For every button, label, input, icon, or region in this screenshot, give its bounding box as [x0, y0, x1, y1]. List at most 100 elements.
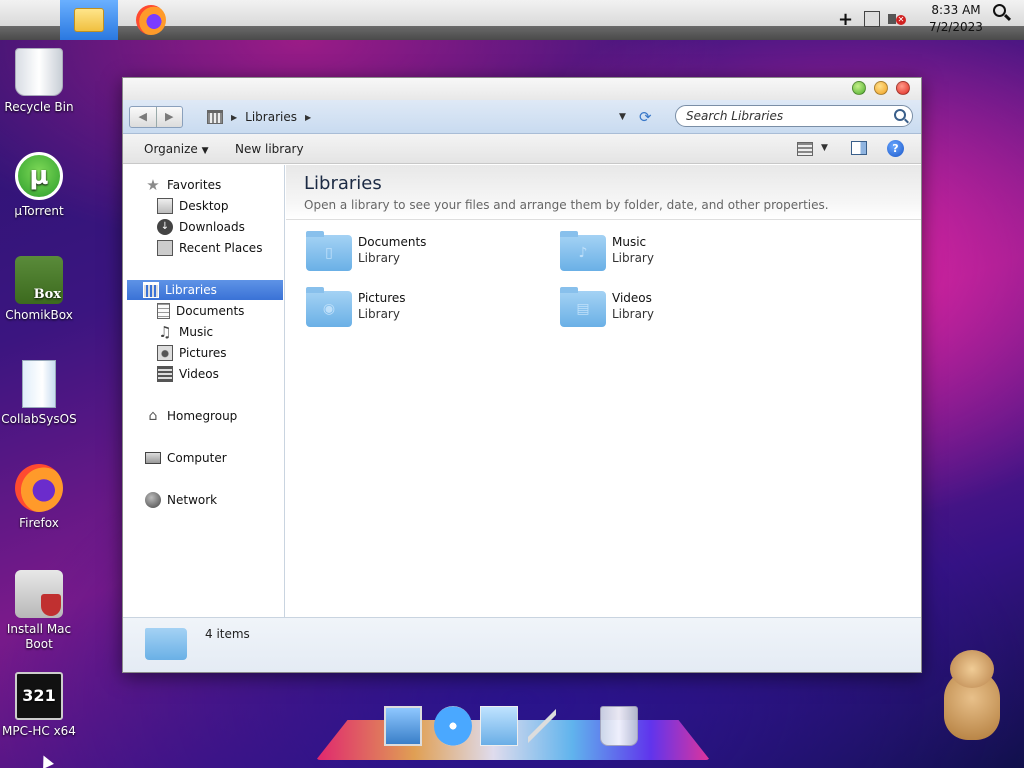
- sidebar-item-pictures[interactable]: Pictures: [157, 343, 227, 363]
- document-icon: [157, 303, 170, 319]
- clock-date[interactable]: 7/2/2023: [926, 20, 986, 34]
- sidebar-item-label: Downloads: [179, 220, 245, 234]
- sidebar-item-computer[interactable]: Computer: [145, 448, 227, 468]
- library-tile-music[interactable]: ♪ Music Library: [560, 231, 780, 275]
- folder-icon: ▤: [560, 287, 606, 327]
- desktop-icon-mpc-hc[interactable]: 321 MPC-HC x64: [0, 672, 78, 739]
- back-button[interactable]: ◀: [130, 107, 157, 127]
- mouse-cursor-icon: [38, 753, 54, 768]
- search-input[interactable]: Search Libraries: [675, 105, 913, 127]
- sidebar-item-desktop[interactable]: Desktop: [157, 196, 229, 216]
- item-count: 4 items: [205, 627, 250, 641]
- document-icon: ▯: [325, 245, 333, 261]
- new-library-button[interactable]: New library: [235, 142, 304, 156]
- sidebar-item-label: Favorites: [167, 178, 222, 192]
- desktop-icon-label: Firefox: [19, 516, 59, 530]
- sidebar-item-label: Computer: [167, 451, 227, 465]
- search-placeholder: Search Libraries: [686, 109, 784, 123]
- close-button[interactable]: [896, 81, 910, 95]
- desktop-icon-label: MPC-HC x64: [2, 724, 76, 738]
- library-tile-pictures[interactable]: ◉ Pictures Library: [306, 287, 526, 331]
- library-tile-videos[interactable]: ▤ Videos Library: [560, 287, 780, 331]
- forward-button[interactable]: ▶: [157, 107, 183, 127]
- desktop-icon-recycle-bin[interactable]: Recycle Bin: [0, 48, 78, 115]
- homegroup-icon: ⌂: [148, 408, 158, 424]
- desktop-icon-chomikbox[interactable]: Box ChomikBox: [0, 256, 78, 323]
- breadcrumb[interactable]: ▶ Libraries ▶: [207, 106, 311, 128]
- volume-muted-icon[interactable]: ✕: [888, 11, 906, 27]
- sidebar-item-libraries[interactable]: Libraries: [127, 280, 283, 300]
- sidebar-item-homegroup[interactable]: ⌂ Homegroup: [145, 406, 238, 426]
- libraries-icon: [143, 282, 159, 298]
- safari-icon[interactable]: [434, 706, 472, 746]
- sidebar-item-recent-places[interactable]: Recent Places: [157, 238, 262, 258]
- address-dropdown-icon[interactable]: ▼: [619, 112, 626, 122]
- library-kind: Library: [358, 251, 400, 265]
- library-tile-documents[interactable]: ▯ Documents Library: [306, 231, 526, 275]
- sidebar-item-label: Network: [167, 493, 218, 507]
- desktop-icon-utorrent[interactable]: µ µTorrent: [0, 152, 78, 219]
- content-area: ★ Favorites Desktop ↓ Downloads Recent P…: [123, 165, 921, 617]
- details-pane: 4 items: [123, 617, 921, 672]
- desktop-icon-firefox[interactable]: Firefox: [0, 464, 78, 531]
- sidebar-item-documents[interactable]: Documents: [157, 301, 244, 321]
- clock-time[interactable]: 8:33 AM: [926, 3, 986, 17]
- file-list-pane: Libraries Open a library to see your fil…: [286, 165, 921, 617]
- chevron-right-icon[interactable]: ▶: [231, 113, 237, 122]
- minimize-button[interactable]: [874, 81, 888, 95]
- utorrent-icon: µ: [15, 152, 63, 200]
- search-icon[interactable]: [993, 4, 1012, 22]
- folder-icon: ♪: [560, 231, 606, 271]
- preview-icon[interactable]: [384, 706, 422, 746]
- sidebar-item-label: Pictures: [179, 346, 227, 360]
- sidebar-item-downloads[interactable]: ↓ Downloads: [157, 217, 245, 237]
- music-note-icon: ♫: [158, 323, 172, 341]
- sidebar-item-videos[interactable]: Videos: [157, 364, 219, 384]
- file-explorer-icon[interactable]: [60, 0, 118, 40]
- explorer-window: ◀ ▶ ▶ Libraries ▶ ▼ ⟳ Search Libraries O…: [122, 77, 922, 673]
- network-icon[interactable]: [864, 11, 880, 27]
- sidebar-item-network[interactable]: Network: [145, 490, 217, 510]
- sidebar-item-label: Desktop: [179, 199, 229, 213]
- recent-places-icon: [157, 240, 173, 256]
- firefox-icon: [15, 464, 63, 512]
- preview-pane-icon[interactable]: [851, 141, 867, 155]
- navigation-pane: ★ Favorites Desktop ↓ Downloads Recent P…: [123, 165, 285, 617]
- library-kind: Library: [358, 307, 400, 321]
- firefox-icon[interactable]: [136, 5, 166, 35]
- view-options-icon[interactable]: [797, 142, 813, 156]
- desktop-icon: [157, 198, 173, 214]
- download-icon: ↓: [157, 219, 173, 235]
- apple-icon[interactable]: [16, 6, 38, 28]
- mpc-hc-icon: 321: [15, 672, 63, 720]
- sidebar-item-label: Videos: [179, 367, 219, 381]
- sidebar-item-favorites[interactable]: ★ Favorites: [145, 175, 221, 195]
- maximize-button[interactable]: [852, 81, 866, 95]
- film-icon: ▤: [576, 301, 590, 317]
- refresh-icon[interactable]: ⟳: [639, 108, 652, 126]
- command-bar: Organize ▼ New library ▼ ?: [123, 134, 921, 164]
- trash-icon[interactable]: [600, 706, 638, 746]
- sidebar-item-music[interactable]: ♫ Music: [157, 322, 213, 342]
- library-name: Pictures: [358, 291, 406, 305]
- computer-icon: [145, 452, 161, 464]
- title-bar[interactable]: [123, 78, 921, 100]
- mail-icon[interactable]: [480, 706, 518, 746]
- pen-icon[interactable]: [528, 706, 556, 746]
- breadcrumb-libraries[interactable]: Libraries: [245, 110, 297, 124]
- address-bar: ◀ ▶ ▶ Libraries ▶ ▼ ⟳ Search Libraries: [123, 100, 921, 134]
- organize-button[interactable]: Organize ▼: [144, 142, 209, 156]
- view-dropdown-icon[interactable]: ▼: [821, 143, 828, 153]
- network-globe-icon: [145, 492, 161, 508]
- library-header: Libraries Open a library to see your fil…: [286, 165, 921, 220]
- install-mac-boot-icon: [15, 570, 63, 618]
- search-icon[interactable]: [894, 109, 906, 121]
- plus-icon[interactable]: +: [838, 9, 853, 30]
- chevron-right-icon[interactable]: ▶: [305, 113, 311, 122]
- desktop-icon-install-mac-boot[interactable]: Install Mac Boot: [0, 570, 78, 652]
- sidebar-item-label: Music: [179, 325, 214, 339]
- help-icon[interactable]: ?: [887, 140, 904, 157]
- libraries-folder-icon: [145, 628, 187, 660]
- desktop-icon-collabsysos[interactable]: CollabSysOS: [0, 360, 78, 427]
- folder-icon: ◉: [306, 287, 352, 327]
